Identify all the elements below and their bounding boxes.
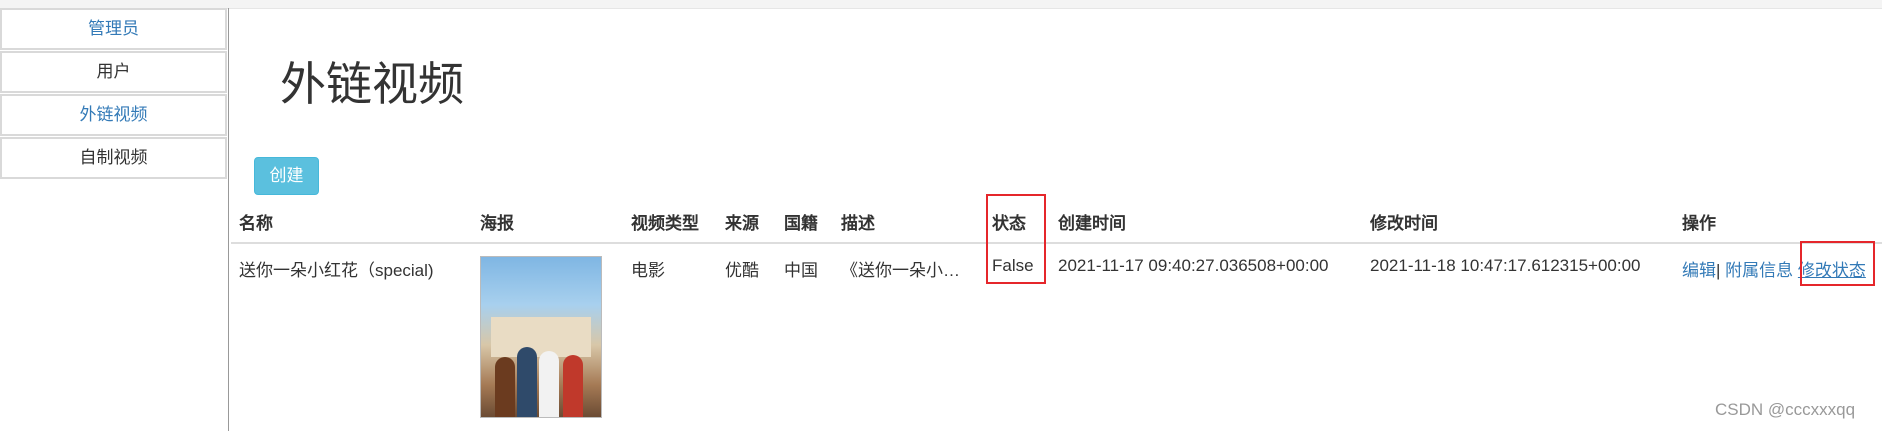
- table-row: 送你一朵小红花（special) 电影 优酷 中国 《送你一朵小… False …: [231, 243, 1882, 431]
- watermark: CSDN @cccxxxqq: [1715, 400, 1856, 419]
- header-actions: 操作: [1674, 201, 1882, 244]
- header-country: 国籍: [776, 201, 833, 244]
- cell-poster: [472, 243, 623, 431]
- sidebar-item-own-video[interactable]: 自制视频: [0, 137, 227, 179]
- cell-modified-time: 2021-11-18 10:47:17.612315+00:00: [1370, 256, 1641, 275]
- header-modified-time: 修改时间: [1362, 201, 1674, 244]
- cell-source: 优酷: [725, 261, 759, 280]
- edit-link[interactable]: 编辑: [1682, 261, 1716, 280]
- header-source: 来源: [717, 201, 776, 244]
- cell-name: 送你一朵小红花（special): [239, 261, 434, 280]
- header-created-time: 创建时间: [1050, 201, 1362, 244]
- status-highlight-box: [986, 194, 1046, 284]
- video-table: 名称 海报 视频类型 来源 国籍 描述 状态 创建时间 修改时间 操作 送你一朵…: [231, 201, 1882, 431]
- cell-country: 中国: [784, 261, 818, 280]
- header-video-type: 视频类型: [623, 201, 717, 244]
- poster-image: [480, 256, 602, 418]
- sidebar-item-users[interactable]: 用户: [0, 51, 227, 93]
- header-poster: 海报: [472, 201, 623, 244]
- create-button[interactable]: 创建: [254, 157, 319, 195]
- header-name: 名称: [231, 201, 472, 244]
- cell-video-type: 电影: [631, 261, 665, 280]
- cell-description: 《送你一朵小…: [841, 261, 960, 280]
- sidebar: 管理员 用户 外链视频 自制视频: [0, 8, 228, 180]
- top-strip: [0, 0, 1882, 9]
- page-title: 外链视频: [280, 58, 464, 110]
- sidebar-item-admin[interactable]: 管理员: [0, 8, 227, 50]
- attachment-info-link[interactable]: 附属信息: [1725, 261, 1793, 280]
- table-header-row: 名称 海报 视频类型 来源 国籍 描述 状态 创建时间 修改时间 操作: [231, 201, 1882, 244]
- change-status-highlight-box: [1800, 241, 1875, 286]
- header-description: 描述: [833, 201, 984, 244]
- cell-created-time: 2021-11-17 09:40:27.036508+00:00: [1058, 256, 1329, 275]
- action-separator: |: [1716, 261, 1721, 280]
- sidebar-item-external-video[interactable]: 外链视频: [0, 94, 227, 136]
- sidebar-divider: [228, 8, 229, 431]
